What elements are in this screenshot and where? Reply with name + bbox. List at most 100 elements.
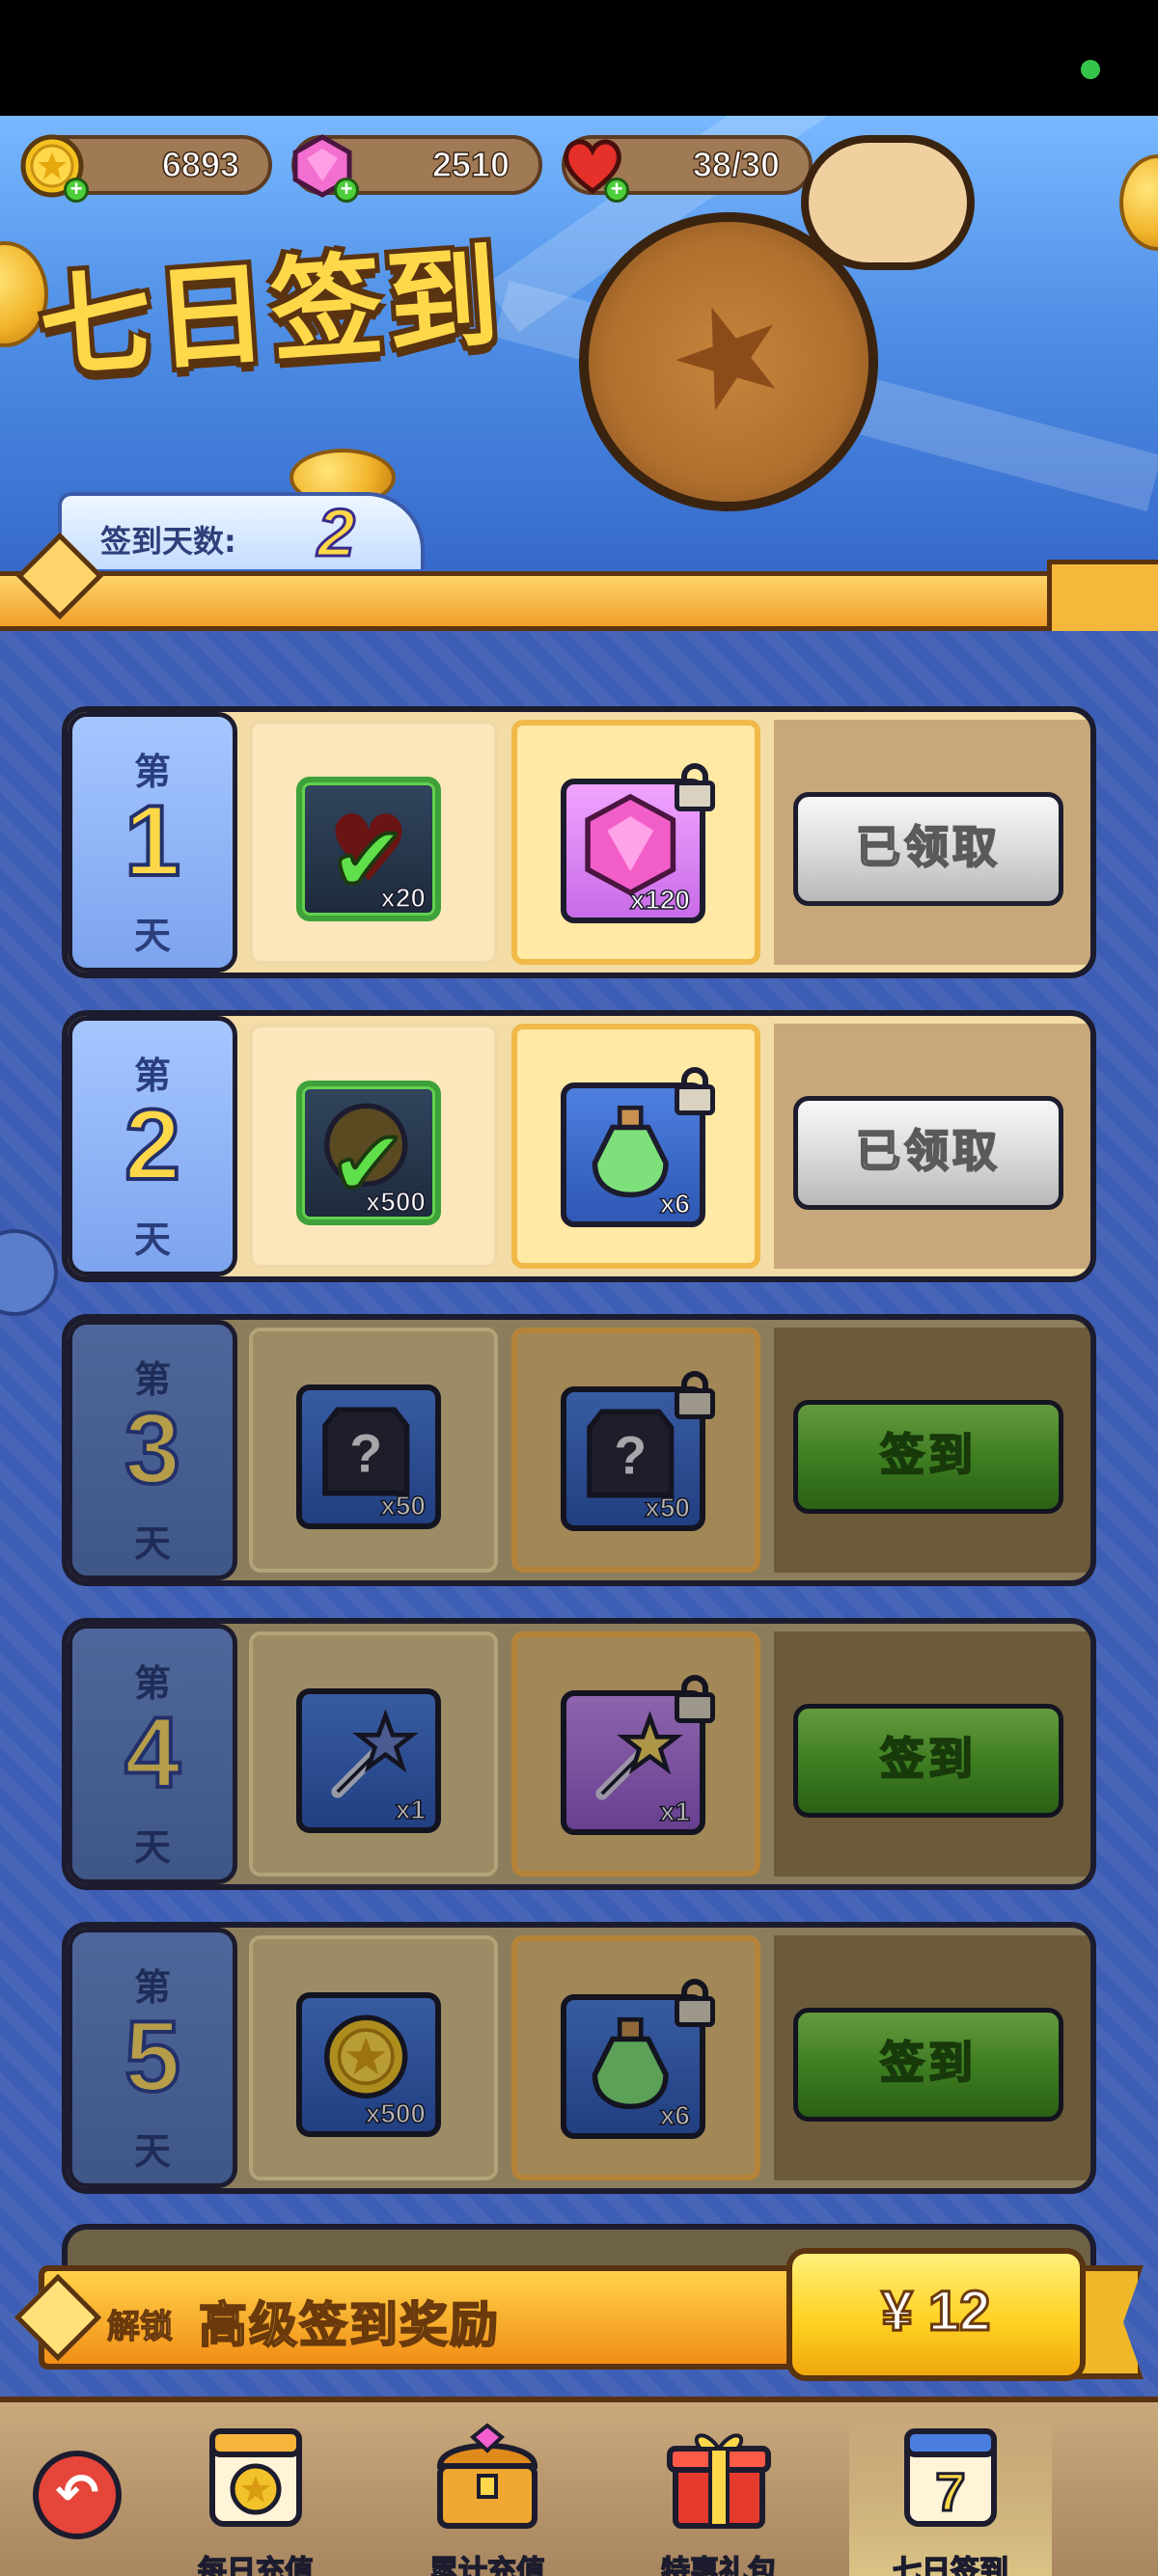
reward-quantity: x500	[365, 2097, 427, 2129]
reward-quantity: x6	[659, 2099, 691, 2131]
mystery-reward-icon: ? x50	[296, 1384, 441, 1529]
free-reward-cell[interactable]: ✔ x500	[249, 1024, 498, 1269]
day-tab: 第 5 天	[68, 1928, 237, 2188]
sign-in-days-label: 签到天数:	[100, 523, 236, 560]
side-expand-button[interactable]	[0, 1229, 58, 1316]
potion-reward-icon: x6	[561, 1979, 715, 2139]
free-reward-cell[interactable]: ? x50	[249, 1328, 498, 1573]
reward-quantity: x50	[645, 1492, 691, 1523]
header-band	[0, 571, 1052, 631]
bottom-navigation: ↶ 每日充值 累计充值 特惠礼包 7 七日签到	[0, 2397, 1158, 2576]
lock-icon	[673, 763, 717, 811]
action-area: 签到	[774, 1935, 1090, 2180]
reward-quantity: x6	[659, 1188, 691, 1219]
premium-reward-cell[interactable]: x120	[511, 720, 760, 965]
premium-reward-cell[interactable]: x6	[511, 1935, 760, 2180]
star-icon: ★	[645, 260, 813, 451]
lock-icon	[673, 1371, 717, 1419]
calendar-coin-icon	[209, 2428, 302, 2527]
free-reward-cell[interactable]: ♥ ✔ x20	[249, 720, 498, 965]
day-suffix: 天	[133, 2130, 171, 2173]
reward-quantity: x20	[380, 882, 427, 914]
claimed-button[interactable]: 已领取	[793, 1096, 1063, 1210]
star-key-reward-icon: x1	[561, 1675, 715, 1835]
nav-label: 累计充值	[428, 2554, 546, 2576]
heart-reward-icon: ♥ ✔ x20	[296, 777, 441, 921]
lock-icon	[673, 1067, 717, 1115]
sign-in-button[interactable]: 签到	[793, 1400, 1063, 1514]
star-key-reward-icon: x1	[296, 1688, 441, 1833]
sign-in-button[interactable]: 签到	[793, 2008, 1063, 2122]
treasure-chest-icon	[436, 2423, 538, 2529]
reward-quantity: x120	[629, 884, 691, 916]
heart-value: 38/30	[692, 144, 781, 185]
day-tab: 第 2 天	[68, 1016, 237, 1276]
nav-daily-recharge[interactable]: 每日充值	[154, 2412, 357, 2576]
reward-quantity: x1	[395, 1794, 427, 1825]
add-hearts-icon[interactable]: +	[604, 178, 629, 203]
sign-in-button[interactable]: 签到	[793, 1704, 1063, 1818]
calendar-7-icon: 7	[904, 2428, 997, 2527]
nav-special-pack[interactable]: 特惠礼包	[618, 2412, 820, 2576]
day-tab: 第 4 天	[68, 1624, 237, 1884]
coin-counter[interactable]: + 6893	[20, 134, 272, 203]
coin-value: 6893	[161, 144, 240, 185]
day-tab: 第 3 天	[68, 1320, 237, 1580]
gem-counter[interactable]: + 2510	[291, 134, 542, 203]
day-number: 4	[123, 1695, 182, 1811]
day-row-5: 第 5 天 x500 x6 签到	[62, 1922, 1096, 2194]
premium-reward-cell[interactable]: ? x50	[511, 1328, 760, 1573]
day-suffix: 天	[133, 915, 171, 957]
action-area: 已领取	[774, 1024, 1090, 1269]
day-suffix: 天	[133, 1522, 171, 1565]
day-number: 3	[123, 1391, 182, 1507]
nav-cumulative-recharge[interactable]: 累计充值	[386, 2412, 589, 2576]
free-reward-cell[interactable]: x1	[249, 1631, 498, 1877]
mystery-reward-icon: ? x50	[561, 1371, 715, 1531]
page-title: 七日签到	[35, 232, 507, 395]
heart-counter[interactable]: + 38/30	[562, 135, 813, 203]
day-row-2: 第 2 天 ✔ x500 x6 已领取	[62, 1010, 1096, 1282]
day-row-1: 第 1 天 ♥ ✔ x20 x120 已领取	[62, 706, 1096, 978]
back-button[interactable]: ↶	[33, 2451, 122, 2539]
day-suffix: 天	[133, 1219, 171, 1261]
nav-label: 七日签到	[892, 2554, 1009, 2576]
svg-text:?: ?	[349, 1424, 382, 1484]
day-row-4: 第 4 天 x1 x1 签到	[62, 1618, 1096, 1890]
nav-label: 每日充值	[197, 2554, 315, 2576]
day-number: 1	[123, 783, 182, 899]
gem-reward-icon: x120	[561, 763, 715, 923]
day-tab: 第 1 天	[68, 712, 237, 973]
potion-reward-icon: x6	[561, 1067, 715, 1227]
gift-box-icon	[667, 2433, 771, 2529]
action-area: 签到	[774, 1631, 1090, 1877]
day-number: 2	[123, 1087, 182, 1203]
svg-text:7: 7	[935, 2461, 965, 2522]
status-indicator-dot	[1081, 60, 1100, 79]
day-row-3: 第 3 天 ? x50 ? x50 签到	[62, 1314, 1096, 1586]
reward-quantity: x1	[659, 1795, 691, 1827]
add-gems-icon[interactable]: +	[334, 178, 359, 203]
nav-seven-day-sign-in[interactable]: 7 七日签到	[849, 2412, 1052, 2576]
day-number: 5	[123, 1999, 182, 2115]
price-label: ¥ 12	[880, 2279, 992, 2344]
claimed-button[interactable]: 已领取	[793, 792, 1063, 906]
svg-text:?: ?	[614, 1426, 647, 1486]
status-bar	[0, 0, 1158, 116]
sign-in-days-value: 2	[317, 494, 357, 572]
unlock-label: 解锁	[106, 2307, 173, 2346]
purchase-price-button[interactable]: ¥ 12	[786, 2248, 1086, 2381]
sign-in-days-panel: 签到天数: 2	[58, 492, 425, 572]
coin-reward-icon: ✔ x500	[296, 1081, 441, 1225]
gem-value: 2510	[431, 144, 510, 185]
unlock-title: 高级签到奖励	[198, 2296, 500, 2354]
premium-reward-cell[interactable]: x6	[511, 1024, 760, 1269]
premium-reward-cell[interactable]: x1	[511, 1631, 760, 1877]
add-coins-icon[interactable]: +	[64, 178, 89, 203]
day-suffix: 天	[133, 1826, 171, 1869]
reward-quantity: x500	[365, 1186, 427, 1218]
free-reward-cell[interactable]: x500	[249, 1935, 498, 2180]
lock-icon	[673, 1675, 717, 1723]
reward-quantity: x50	[380, 1490, 427, 1521]
coin-reward-icon: x500	[296, 1992, 441, 2137]
